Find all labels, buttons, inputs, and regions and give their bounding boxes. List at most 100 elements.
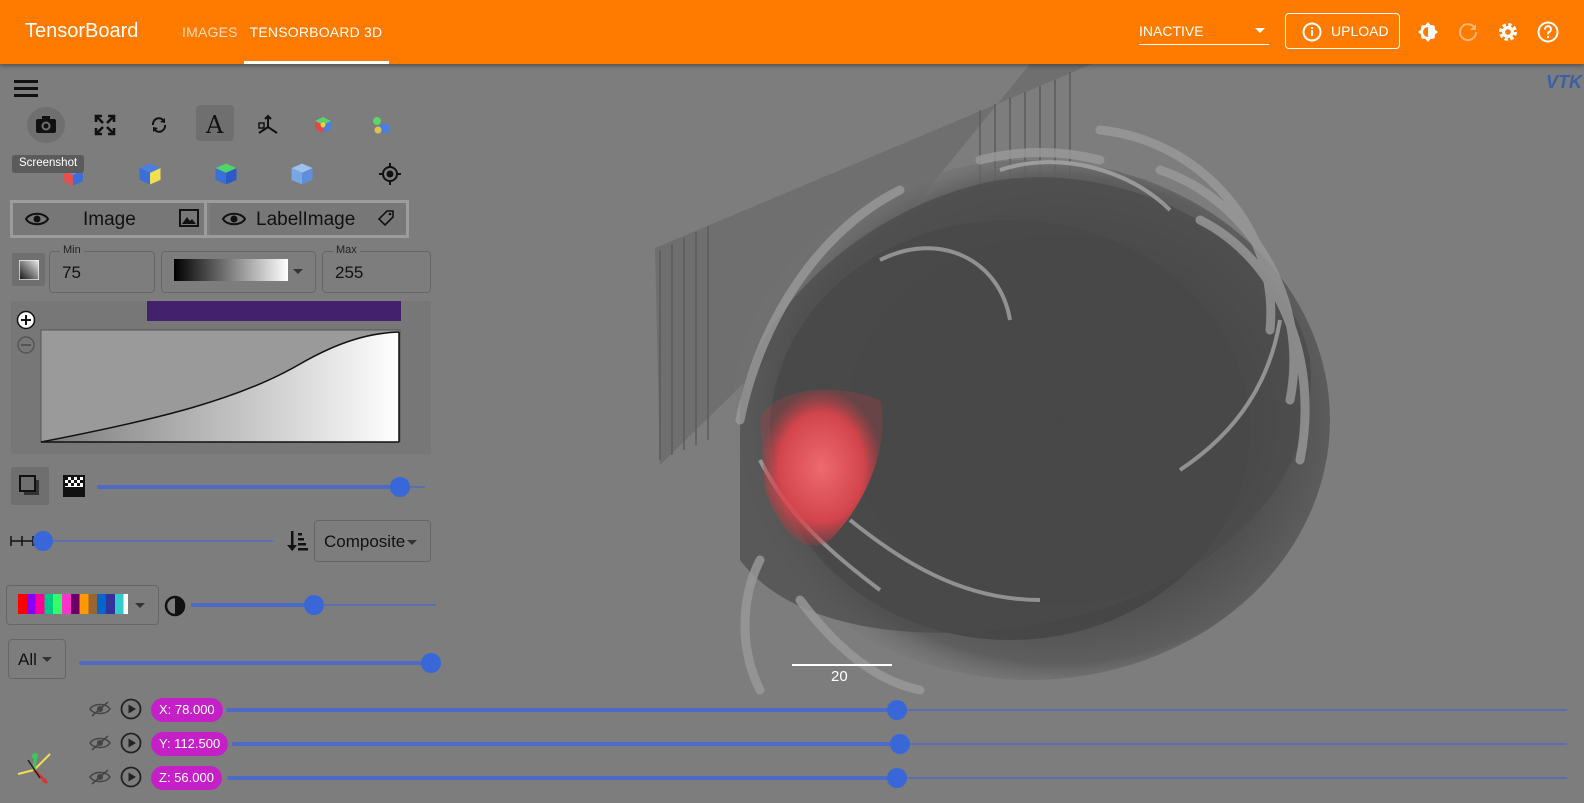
tab-images[interactable]: Images <box>182 0 238 64</box>
label-slider[interactable] <box>79 653 441 673</box>
screenshot-icon <box>36 116 56 133</box>
sample-distance-icon <box>10 536 34 546</box>
label-opacity-slider-rest <box>314 604 436 606</box>
sample-distance-slider-thumb[interactable] <box>33 531 53 551</box>
screenshot-tooltip: Screenshot <box>12 155 85 173</box>
slice-x-slider-rest <box>897 709 1567 711</box>
slice-row-z: Z: 56.000 <box>89 764 1584 792</box>
slice-x-value: X: 78.000 <box>151 698 223 722</box>
slice-row-x: X: 78.000 <box>89 696 1584 724</box>
slice-y-slider[interactable] <box>232 734 1567 754</box>
slice-y-slider-rest <box>900 743 1567 745</box>
fullscreen-button[interactable] <box>86 107 124 143</box>
opacity-slider-thumb[interactable] <box>390 477 410 497</box>
eye-off-icon[interactable] <box>89 768 111 786</box>
gradient-icon <box>19 260 39 280</box>
eye-off-icon[interactable] <box>89 700 111 718</box>
transfer-function-editor[interactable] <box>11 301 431 454</box>
opacity-curve[interactable] <box>40 329 402 443</box>
image-icon <box>179 209 199 227</box>
slice-z-slider-thumb[interactable] <box>887 768 907 788</box>
upload-button[interactable]: UPLOAD <box>1285 13 1400 49</box>
rotate-icon <box>151 117 167 133</box>
max-label: Max <box>333 244 360 256</box>
play-icon[interactable] <box>120 732 142 754</box>
opacity-slider[interactable] <box>97 477 425 497</box>
colormap-select[interactable] <box>161 251 316 293</box>
active-tab-indicator <box>244 61 389 64</box>
axes-button[interactable] <box>249 107 287 143</box>
layer-image[interactable]: Image <box>13 203 207 235</box>
label-opacity-slider-track <box>191 603 314 607</box>
checker-icon <box>63 475 85 497</box>
layer-labelimage[interactable]: LabelImage <box>210 203 406 235</box>
zoom-out-icon[interactable] <box>16 335 36 355</box>
vtk-logo: VTK <box>1546 72 1582 92</box>
shadow-icon <box>19 475 39 495</box>
play-icon[interactable] <box>120 766 142 788</box>
chevron-down-icon <box>42 657 52 662</box>
play-icon[interactable] <box>120 698 142 720</box>
slice-z-slider-rest <box>897 777 1567 779</box>
label-select[interactable]: All <box>8 639 66 679</box>
settings-icon[interactable] <box>1496 20 1520 44</box>
view-z-icon[interactable] <box>212 160 240 188</box>
slice-row-y: Y: 112.500 <box>89 730 1584 758</box>
refresh-icon[interactable] <box>1456 20 1480 44</box>
label-select-value: All <box>18 650 37 669</box>
rotate-button[interactable] <box>140 107 178 143</box>
menu-icon[interactable] <box>14 78 38 98</box>
fullscreen-icon <box>94 114 116 136</box>
top-app-bar: TensorBoard Images TensorBoard 3D INACTI… <box>0 0 1584 64</box>
chevron-down-icon <box>407 540 417 545</box>
slice-y-value: Y: 112.500 <box>151 732 229 756</box>
blend-mode-select[interactable]: Composite <box>314 520 431 562</box>
slice-x-slider-track <box>226 708 897 712</box>
reset-camera-icon[interactable] <box>378 162 402 186</box>
brightness-icon[interactable] <box>1416 20 1440 44</box>
screenshot-button[interactable] <box>27 107 65 143</box>
colormap-swatch <box>174 259 288 281</box>
eye-off-icon[interactable] <box>89 734 111 752</box>
run-select-value: INACTIVE <box>1139 23 1204 39</box>
opacity-slider-track <box>97 485 400 489</box>
gradient-toggle[interactable] <box>12 253 45 286</box>
label-colormap-select[interactable] <box>6 585 159 625</box>
chevron-down-icon <box>135 603 145 608</box>
slice-y-slider-thumb[interactable] <box>890 734 910 754</box>
label-slider-track <box>79 661 431 665</box>
zoom-in-icon[interactable] <box>16 310 36 330</box>
chevron-down-icon <box>293 269 303 274</box>
layer-labelimage-label: LabelImage <box>256 209 356 230</box>
min-field[interactable]: Min 75 <box>49 244 155 293</box>
scale-bar-label: 20 <box>831 668 848 685</box>
contrast-icon <box>164 595 186 617</box>
eye-icon[interactable] <box>25 210 49 228</box>
label-opacity-slider[interactable] <box>191 595 436 615</box>
tag-icon <box>378 210 394 226</box>
cube-view-button[interactable] <box>304 107 342 143</box>
max-field[interactable]: Max 255 <box>322 244 431 293</box>
slice-y-slider-track <box>232 742 900 746</box>
upload-button-label: UPLOAD <box>1331 23 1389 39</box>
view-iso-icon[interactable] <box>288 160 316 188</box>
slice-x-slider[interactable] <box>226 700 1567 720</box>
app-title: TensorBoard <box>25 20 139 42</box>
slice-z-slider[interactable] <box>227 768 1567 788</box>
label-colormap-swatch <box>18 594 128 614</box>
label-slider-thumb[interactable] <box>421 653 441 673</box>
sample-distance-slider[interactable] <box>33 531 273 551</box>
tab-tensorboard-3d[interactable]: TensorBoard 3D <box>244 0 388 64</box>
shadow-toggle[interactable] <box>11 467 49 505</box>
label-opacity-slider-thumb[interactable] <box>304 595 324 615</box>
view-y-icon[interactable] <box>136 160 164 188</box>
eye-icon[interactable] <box>222 210 246 228</box>
annotations-button[interactable]: A <box>196 105 234 141</box>
help-icon[interactable] <box>1536 20 1560 44</box>
slice-x-slider-thumb[interactable] <box>887 700 907 720</box>
lighting-button[interactable] <box>362 107 400 143</box>
chevron-down-icon <box>1255 28 1265 33</box>
run-select[interactable]: INACTIVE <box>1139 19 1269 45</box>
histogram-bar <box>147 301 401 321</box>
cube-view-icon <box>315 117 331 133</box>
